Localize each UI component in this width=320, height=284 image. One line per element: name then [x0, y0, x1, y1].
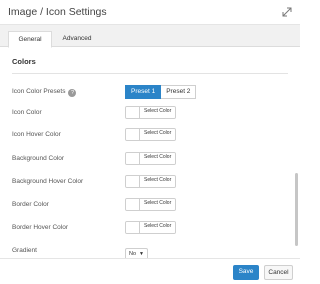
background-hover-color-label: Background Hover Color: [12, 178, 84, 185]
color-swatch[interactable]: [126, 107, 140, 118]
gradient-select[interactable]: No ▼: [125, 248, 148, 258]
settings-dialog: Image / Icon Settings General Advanced C…: [0, 0, 300, 284]
background-hover-color-picker[interactable]: Select Color: [125, 175, 177, 188]
help-icon[interactable]: ?: [68, 89, 77, 97]
preset-1-button[interactable]: Preset 1: [125, 85, 162, 99]
expand-icon[interactable]: [281, 6, 293, 18]
dialog-title: Image / Icon Settings: [8, 6, 107, 18]
select-color-button[interactable]: Select Color: [140, 176, 176, 187]
select-color-button[interactable]: Select Color: [140, 153, 176, 164]
dialog-content: Colors Icon Color Presets? Preset 1 Pres…: [0, 47, 300, 258]
dialog-header: Image / Icon Settings: [0, 0, 300, 25]
color-swatch[interactable]: [126, 222, 140, 233]
icon-color-label: Icon Color: [12, 109, 42, 116]
icon-hover-color-picker[interactable]: Select Color: [125, 128, 177, 141]
border-color-label: Border Color: [12, 201, 49, 208]
border-hover-color-picker[interactable]: Select Color: [125, 221, 177, 234]
row-gradient: Gradient No ▼: [12, 244, 282, 258]
section-title: Colors: [12, 57, 36, 66]
preset-2-button[interactable]: Preset 2: [161, 85, 197, 99]
row-icon-hover-color: Icon Hover Color Select Color: [12, 128, 282, 144]
icon-hover-color-label: Icon Hover Color: [12, 131, 61, 138]
select-color-button[interactable]: Select Color: [140, 129, 176, 140]
dialog-footer: Save Cancel: [0, 258, 300, 284]
tab-bar: General Advanced: [0, 25, 300, 48]
scrollbar-thumb[interactable]: [295, 173, 298, 246]
save-button[interactable]: Save: [233, 265, 259, 280]
row-icon-color-presets: Icon Color Presets? Preset 1 Preset 2: [12, 85, 282, 101]
select-color-button[interactable]: Select Color: [140, 199, 176, 210]
row-border-hover-color: Border Hover Color Select Color: [12, 221, 282, 237]
row-background-hover-color: Background Hover Color Select Color: [12, 175, 282, 191]
select-color-button[interactable]: Select Color: [140, 107, 176, 118]
border-hover-color-label: Border Hover Color: [12, 224, 68, 231]
chevron-down-icon: ▼: [139, 251, 144, 257]
select-color-button[interactable]: Select Color: [140, 222, 176, 233]
color-swatch[interactable]: [126, 199, 140, 210]
row-background-color: Background Color Select Color: [12, 152, 282, 168]
background-color-label: Background Color: [12, 155, 65, 162]
background-color-picker[interactable]: Select Color: [125, 152, 177, 165]
icon-color-picker[interactable]: Select Color: [125, 106, 177, 119]
row-icon-color: Icon Color Select Color: [12, 106, 282, 122]
cancel-button[interactable]: Cancel: [264, 265, 293, 280]
color-swatch[interactable]: [126, 129, 140, 140]
icon-color-presets-text: Icon Color Presets: [12, 88, 66, 95]
row-border-color: Border Color Select Color: [12, 198, 282, 214]
border-color-picker[interactable]: Select Color: [125, 198, 177, 211]
tab-general[interactable]: General: [8, 31, 52, 48]
tab-advanced[interactable]: Advanced: [56, 31, 98, 48]
section-divider: [12, 73, 288, 74]
gradient-select-value: No: [129, 251, 137, 257]
color-swatch[interactable]: [126, 176, 140, 187]
icon-color-presets-label: Icon Color Presets?: [12, 88, 77, 97]
preset-toggle-group: Preset 1 Preset 2: [125, 85, 197, 99]
color-swatch[interactable]: [126, 153, 140, 164]
gradient-label: Gradient: [12, 247, 37, 254]
